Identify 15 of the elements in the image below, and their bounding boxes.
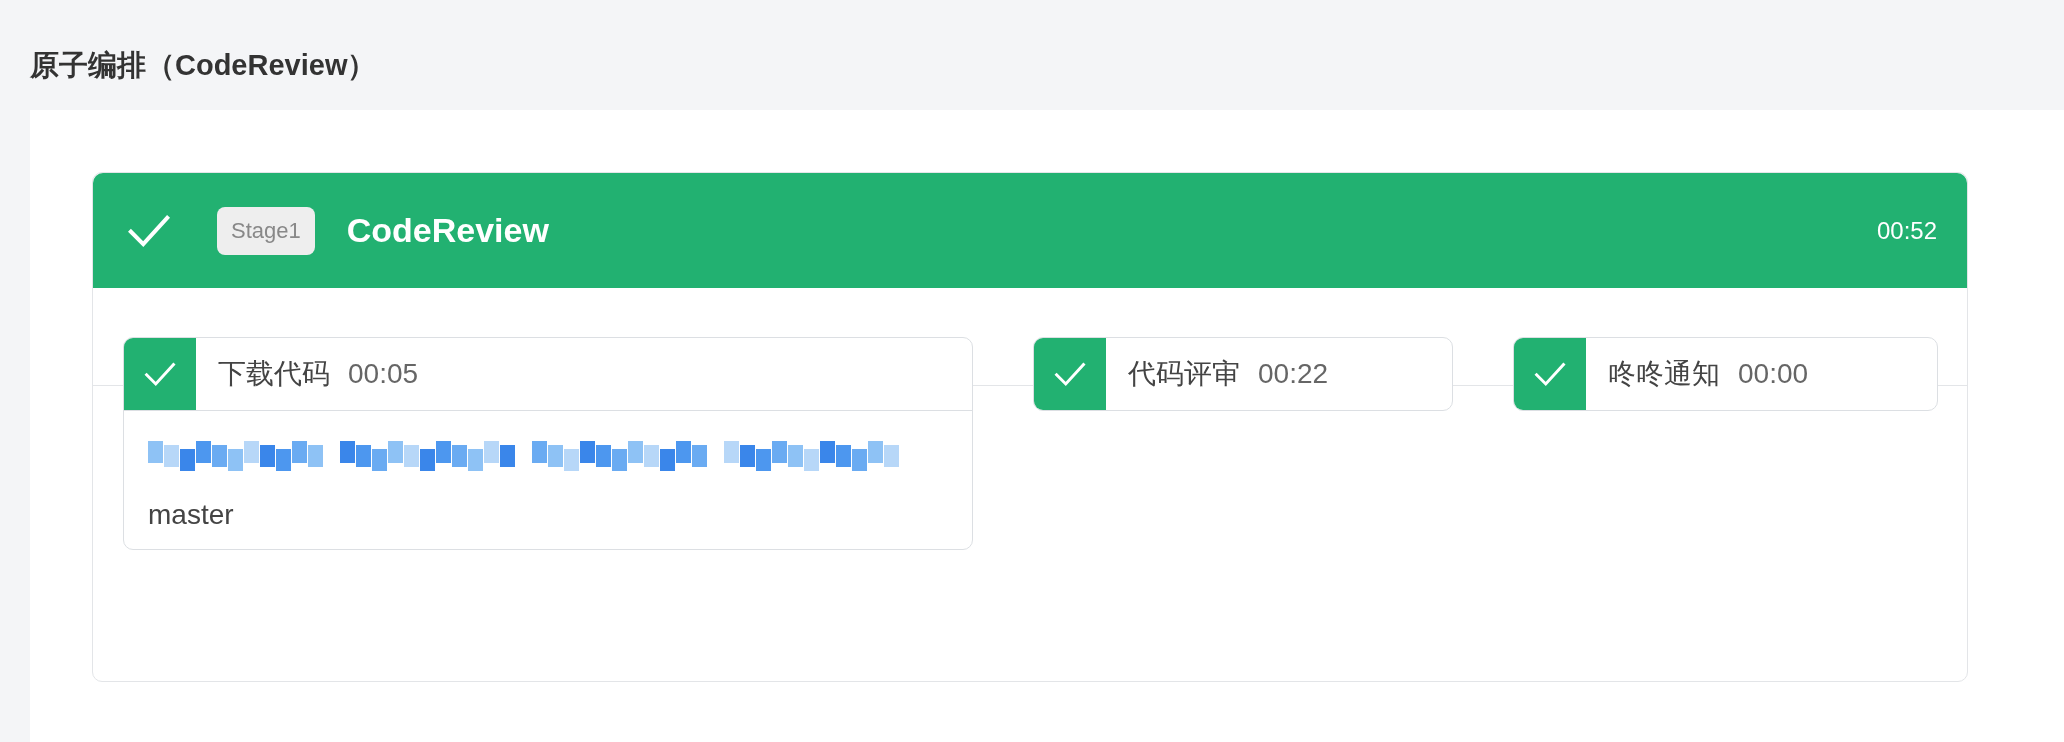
page-title: 原子编排（CodeReview） [29,48,378,83]
job-duration: 00:22 [1258,357,1329,391]
check-icon [1533,361,1567,387]
stage-duration: 00:52 [1876,215,1937,246]
check-icon [126,213,172,248]
job-name: 下载代码 [218,357,330,391]
job-duration: 00:00 [1738,357,1809,391]
job-name: 代码评审 [1128,357,1240,391]
branch-text: master [148,499,235,531]
job-duration: 00:05 [348,357,419,391]
check-icon [143,361,177,387]
job-name: 咚咚通知 [1608,357,1720,391]
stage-badge: Stage1 [217,206,315,255]
check-icon [1053,361,1087,387]
stage-name: CodeReview [346,210,549,251]
